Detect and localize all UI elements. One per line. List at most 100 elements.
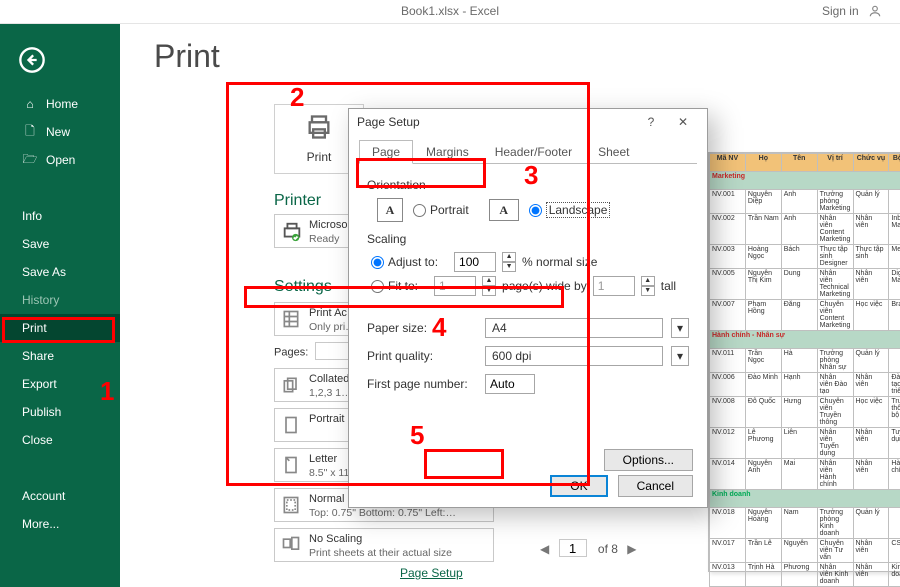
nav-account-label: Account <box>22 489 65 503</box>
nav-print-label: Print <box>22 321 47 335</box>
nav-home-label: Home <box>46 97 78 111</box>
sign-in-label: Sign in <box>822 4 859 18</box>
next-page-button[interactable]: ▶ <box>621 542 642 556</box>
page-setup-dialog: Page Setup ? ✕ Page Margins Header/Foote… <box>348 108 708 508</box>
first-page-input[interactable] <box>485 374 535 394</box>
fit-tall-input[interactable] <box>593 276 635 296</box>
adjust-radio[interactable]: Adjust to: <box>371 255 438 269</box>
nav-export[interactable]: Export <box>0 370 120 398</box>
print-quality-row: Print quality: 600 dpi ▾ <box>367 346 689 366</box>
printer-heading: Printer <box>274 192 321 210</box>
nav-save[interactable]: Save <box>0 230 120 258</box>
nav-history: History <box>0 286 120 314</box>
page-title: Print <box>154 38 900 75</box>
dialog-titlebar[interactable]: Page Setup ? ✕ <box>349 109 707 135</box>
nav-save-label: Save <box>22 237 49 251</box>
nav-account[interactable]: Account <box>0 482 120 510</box>
nav-publish[interactable]: Publish <box>0 398 120 426</box>
pages-label: Pages: <box>274 347 308 359</box>
tab-header-footer[interactable]: Header/Footer <box>482 140 585 164</box>
nav-new[interactable]: 🗋New <box>0 118 120 146</box>
landscape-radio-label: Landscape <box>546 202 611 218</box>
ok-button[interactable]: OK <box>550 475 607 497</box>
fit-wide-spinner[interactable]: ▲▼ <box>482 276 496 296</box>
adjust-suffix: % normal size <box>522 255 597 269</box>
nav-share[interactable]: Share <box>0 342 120 370</box>
landscape-orientation-icon: A <box>489 199 519 221</box>
page-number-input[interactable] <box>559 539 587 557</box>
adjust-value-input[interactable] <box>454 252 496 272</box>
fit-tall-label: tall <box>661 279 676 293</box>
nav-history-label: History <box>22 293 59 307</box>
nav-close-label: Close <box>22 433 53 447</box>
fit-wide-input[interactable] <box>434 276 476 296</box>
nav-export-label: Export <box>22 377 57 391</box>
setting6-l1: No Scaling <box>309 533 487 547</box>
print-quality-dropdown[interactable]: ▾ <box>671 346 689 366</box>
page-of-label: of 8 <box>598 542 618 556</box>
paper-size-label: Paper size: <box>367 321 477 335</box>
adjust-radio-label: Adjust to: <box>388 255 438 269</box>
nav-more-label: More... <box>22 517 59 531</box>
paper-size-dropdown[interactable]: ▾ <box>671 318 689 338</box>
nav-more[interactable]: More... <box>0 510 120 538</box>
paper-size-field[interactable]: A4 <box>485 318 663 338</box>
papersize-icon <box>281 455 301 480</box>
tab-sheet[interactable]: Sheet <box>585 140 642 164</box>
landscape-radio[interactable]: Landscape <box>529 202 611 218</box>
print-quality-label: Print quality: <box>367 349 477 363</box>
dialog-close-button[interactable]: ✕ <box>667 115 699 129</box>
page-setup-link[interactable]: Page Setup <box>400 566 463 580</box>
nav-share-label: Share <box>22 349 54 363</box>
sheet-icon <box>281 309 301 334</box>
nav-save-as[interactable]: Save As <box>0 258 120 286</box>
back-button[interactable] <box>18 46 46 77</box>
print-page: Print Print Copies: Printer Microso… Rea… <box>120 24 900 587</box>
fit-tall-spinner[interactable]: ▲▼ <box>641 276 655 296</box>
collated-icon <box>281 375 301 400</box>
nav-info[interactable]: Info <box>0 202 120 230</box>
print-quality-field[interactable]: 600 dpi <box>485 346 663 366</box>
title-bar: Book1.xlsx - Excel Sign in <box>0 0 900 24</box>
margins-icon <box>281 495 301 520</box>
portrait-radio-label: Portrait <box>430 203 469 217</box>
scaling-selector[interactable]: No Scaling Print sheets at their actual … <box>274 528 494 562</box>
dialog-title: Page Setup <box>357 115 635 129</box>
app-title: Book1.xlsx - Excel <box>401 4 499 18</box>
fit-radio[interactable]: Fit to: <box>371 279 418 293</box>
arrow-left-icon <box>18 46 46 74</box>
nav-close[interactable]: Close <box>0 426 120 454</box>
printer-item-icon <box>281 221 303 248</box>
nav-publish-label: Publish <box>22 405 61 419</box>
nav-print[interactable]: Print <box>0 314 120 342</box>
nav-home[interactable]: ⌂ Home <box>0 90 120 118</box>
cancel-button[interactable]: Cancel <box>618 475 693 497</box>
prev-page-button[interactable]: ◀ <box>534 542 555 556</box>
scaling-icon <box>281 535 301 560</box>
settings-heading: Settings <box>274 278 332 296</box>
preview-table: Mã NVHọTênVị tríChức vụBộ phậnGiới tínhN… <box>709 153 900 587</box>
orientation-icon <box>281 415 301 440</box>
preview-nav: ◀ of 8 ▶ <box>534 539 888 563</box>
open-icon: 🗁 <box>22 150 38 171</box>
dialog-help-button[interactable]: ? <box>635 115 667 129</box>
nav-open[interactable]: 🗁 Open <box>0 146 120 174</box>
dialog-tabs: Page Margins Header/Footer Sheet <box>359 139 697 164</box>
nav-save-as-label: Save As <box>22 265 66 279</box>
sign-in-link[interactable]: Sign in <box>822 4 882 18</box>
adjust-spinner[interactable]: ▲▼ <box>502 252 516 272</box>
file-sidebar: ⌂ Home 🗋New 🗁 Open Info Save Save As Histo… <box>0 24 120 587</box>
first-page-label: First page number: <box>367 377 477 391</box>
pages-row: Pages: <box>274 342 357 360</box>
tab-page[interactable]: Page <box>359 140 413 164</box>
tab-margins[interactable]: Margins <box>413 140 482 164</box>
home-icon: ⌂ <box>22 97 38 111</box>
nav-new-label: New <box>46 125 70 139</box>
setting5-l2: Top: 0.75" Bottom: 0.75" Left:… <box>309 507 487 520</box>
portrait-radio[interactable]: Portrait <box>413 203 469 217</box>
nav-open-label: Open <box>46 153 75 167</box>
first-page-row: First page number: <box>367 374 689 394</box>
user-icon <box>868 4 882 18</box>
preview-page: Mã NVHọTênVị tríChức vụBộ phậnGiới tínhN… <box>708 152 900 572</box>
options-button[interactable]: Options... <box>604 449 693 471</box>
